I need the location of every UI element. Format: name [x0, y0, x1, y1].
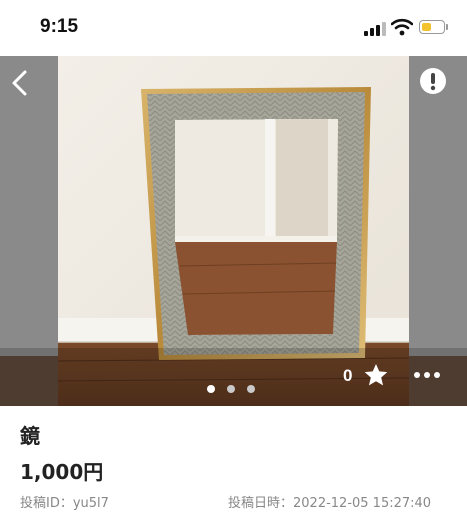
poster-id: 投稿ID：yu5l7	[20, 496, 109, 511]
wifi-icon	[391, 18, 413, 36]
carousel-dot[interactable]	[207, 385, 215, 393]
battery-level	[422, 23, 431, 31]
report-icon[interactable]	[418, 66, 448, 96]
like-count: 0	[343, 366, 353, 385]
status-bar: 9:15	[0, 0, 467, 56]
battery-tip	[446, 24, 448, 30]
item-price: 1,000円	[20, 460, 104, 484]
carousel-dot[interactable]	[247, 385, 255, 393]
back-arrow-icon[interactable]	[4, 66, 34, 100]
item-title: 鏡	[20, 424, 40, 448]
signal-icon	[364, 22, 386, 36]
status-time: 9:15	[40, 16, 79, 37]
battery-icon	[419, 20, 445, 34]
carousel-dot[interactable]	[227, 385, 235, 393]
post-date: 投稿日時：2022-12-05 15:27:40	[228, 496, 432, 511]
more-dots-icon[interactable]	[412, 366, 442, 384]
item-photo[interactable]	[0, 56, 467, 406]
star-icon[interactable]	[363, 362, 389, 388]
